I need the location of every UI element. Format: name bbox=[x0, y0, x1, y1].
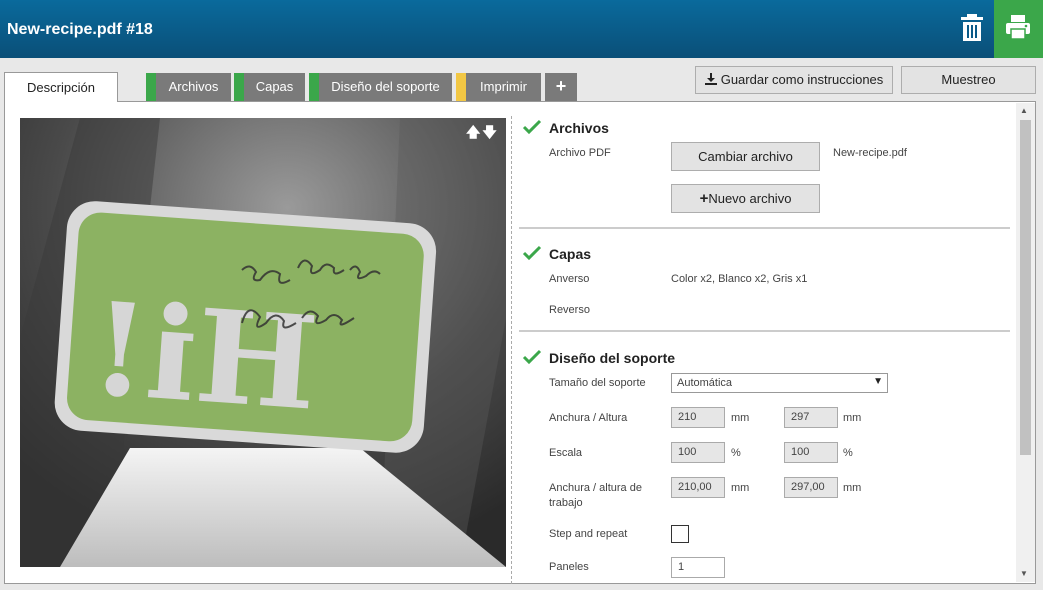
document-title: New-recipe.pdf #18 bbox=[7, 21, 153, 38]
new-file-button[interactable]: +Nuevo archivo bbox=[671, 184, 820, 213]
section-divider bbox=[519, 227, 1010, 229]
media-size-value: Automática bbox=[677, 377, 733, 389]
section-title-diseno: Diseño del soporte bbox=[549, 350, 676, 366]
unit-label: mm bbox=[843, 482, 862, 494]
scale-x-field[interactable]: 100 bbox=[671, 442, 725, 463]
print-button[interactable] bbox=[994, 0, 1043, 58]
tab-status-stripe bbox=[146, 73, 156, 101]
tab-label: Archivos bbox=[168, 79, 219, 94]
tab-capas[interactable]: Capas bbox=[234, 73, 305, 101]
save-as-instructions-button[interactable]: Guardar como instrucciones bbox=[695, 66, 893, 94]
work-size-label: Anchura / altura de bbox=[549, 482, 642, 494]
scroll-down-icon[interactable]: ▼ bbox=[1020, 569, 1028, 578]
tab-imprimir[interactable]: Imprimir bbox=[456, 73, 541, 101]
top-bar: New-recipe.pdf #18 bbox=[0, 0, 1043, 58]
printer-icon bbox=[1006, 15, 1030, 40]
media-size-select[interactable]: Automática ▼ bbox=[671, 373, 888, 393]
checkmark-icon bbox=[522, 245, 542, 261]
front-label: Anverso bbox=[549, 273, 590, 285]
tab-diseno-soporte[interactable]: Diseño del soporte bbox=[309, 73, 452, 101]
panel-divider bbox=[511, 116, 512, 584]
panels-field[interactable]: 1 bbox=[671, 557, 725, 578]
unit-label: mm bbox=[843, 412, 862, 424]
unit-label: mm bbox=[731, 482, 750, 494]
media-size-label: Tamaño del soporte bbox=[549, 377, 646, 389]
section-divider bbox=[519, 330, 1010, 332]
width-height-label: Anchura / Altura bbox=[549, 412, 628, 424]
front-layers-value: Color x2, Blanco x2, Gris x1 bbox=[671, 273, 808, 285]
tab-label: Diseño del soporte bbox=[331, 79, 440, 94]
section-title-archivos: Archivos bbox=[549, 120, 609, 136]
unit-label: % bbox=[731, 447, 741, 459]
delete-button[interactable] bbox=[958, 13, 986, 43]
trash-icon bbox=[961, 14, 983, 41]
checkmark-icon bbox=[522, 349, 542, 365]
tab-status-stripe bbox=[234, 73, 244, 101]
add-tab-button[interactable]: + bbox=[545, 73, 577, 101]
scale-y-field[interactable]: 100 bbox=[784, 442, 838, 463]
tab-label: Capas bbox=[255, 79, 294, 94]
back-label: Reverso bbox=[549, 304, 590, 316]
panels-label: Paneles bbox=[549, 561, 589, 573]
unit-label: % bbox=[843, 447, 853, 459]
tab-status-stripe bbox=[456, 73, 466, 101]
step-repeat-checkbox[interactable] bbox=[671, 525, 689, 543]
scale-label: Escala bbox=[549, 447, 583, 459]
work-width-field[interactable]: 210,00 bbox=[671, 477, 725, 498]
new-file-label: Nuevo archivo bbox=[708, 191, 792, 206]
sign-preview: Hi! bbox=[20, 118, 506, 567]
tab-status-stripe bbox=[309, 73, 319, 101]
reorder-arrows-icon[interactable]: 🡅🡇 bbox=[466, 122, 499, 146]
preview-image: Hi! bbox=[20, 118, 506, 567]
height-field[interactable]: 297 bbox=[784, 407, 838, 428]
tab-label: Imprimir bbox=[480, 79, 527, 94]
plus-icon: + bbox=[699, 190, 709, 207]
pdf-filename: New-recipe.pdf bbox=[833, 147, 907, 159]
chevron-down-icon: ▼ bbox=[873, 376, 883, 387]
vertical-scrollbar[interactable]: ▲ ▼ bbox=[1016, 103, 1035, 582]
change-file-button[interactable]: Cambiar archivo bbox=[671, 142, 820, 171]
work-height-field[interactable]: 297,00 bbox=[784, 477, 838, 498]
download-icon bbox=[704, 73, 717, 85]
pdf-file-label: Archivo PDF bbox=[549, 147, 611, 159]
sample-button[interactable]: Muestreo bbox=[901, 66, 1036, 94]
scroll-up-icon[interactable]: ▲ bbox=[1020, 106, 1028, 115]
step-repeat-label: Step and repeat bbox=[549, 528, 628, 540]
tab-descripcion[interactable]: Descripción bbox=[4, 72, 118, 102]
tab-archivos[interactable]: Archivos bbox=[146, 73, 231, 101]
checkmark-icon bbox=[522, 119, 542, 135]
scroll-thumb[interactable] bbox=[1020, 120, 1031, 455]
width-field[interactable]: 210 bbox=[671, 407, 725, 428]
sign-text: Hi! bbox=[87, 274, 323, 439]
work-size-label-2: trabajo bbox=[549, 497, 583, 509]
section-title-capas: Capas bbox=[549, 246, 592, 262]
unit-label: mm bbox=[731, 412, 750, 424]
save-as-instructions-label: Guardar como instrucciones bbox=[720, 72, 884, 87]
